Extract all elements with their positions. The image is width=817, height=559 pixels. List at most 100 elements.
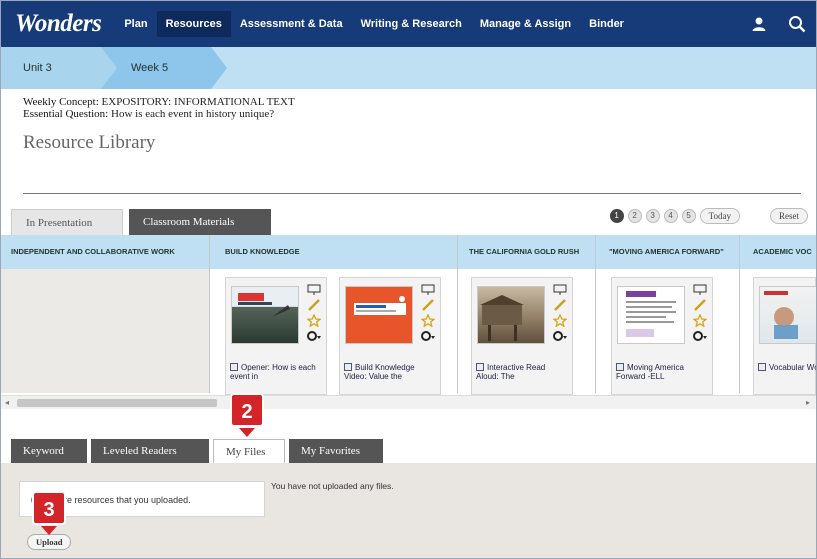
scrollbar-thumb[interactable] (17, 399, 217, 407)
search-tabs: Keyword Leveled Readers My Files My Favo… (1, 439, 816, 463)
divider (23, 193, 801, 194)
pencil-icon[interactable] (307, 299, 321, 311)
tab-in-presentation[interactable]: In Presentation (11, 209, 123, 235)
resource-caption[interactable]: Moving America Forward -ELL (616, 363, 708, 381)
weekly-concept-value: EXPOSITORY: INFORMATIONAL TEXT (101, 96, 295, 108)
present-icon[interactable] (553, 284, 567, 296)
nav-binder[interactable]: Binder (580, 11, 633, 37)
page-button-1[interactable]: 1 (609, 209, 624, 223)
callout-pointer (41, 526, 57, 535)
resource-card[interactable]: Moving America Forward -ELL (611, 277, 713, 395)
nav-resources[interactable]: Resources (156, 11, 231, 37)
column-divider (595, 235, 596, 393)
nav-plan[interactable]: Plan (115, 11, 156, 37)
present-icon[interactable] (693, 284, 707, 296)
breadcrumb-separator (101, 47, 117, 89)
resource-thumbnail[interactable] (477, 286, 545, 344)
day-pager: 1 2 3 4 5 Today Reset (609, 208, 816, 224)
app-frame: Wonders Plan Resources Assessment & Data… (0, 0, 817, 559)
resource-card[interactable]: Interactive Read Aloud: The (471, 277, 573, 395)
essential-question-label: Essential Question: (23, 108, 109, 120)
book-icon (616, 363, 624, 371)
column-header: "MOVING AMERICA FORWARD" (609, 247, 724, 256)
resource-title: Opener: How is each event in (230, 363, 316, 381)
search-icon[interactable] (778, 1, 816, 47)
resource-caption[interactable]: Opener: How is each event in (230, 363, 322, 381)
resource-thumbnail[interactable] (345, 286, 413, 344)
star-icon[interactable] (421, 314, 435, 327)
nav-assessment[interactable]: Assessment & Data (231, 11, 352, 37)
page-button-5[interactable]: 5 (681, 209, 696, 223)
column-divider (457, 235, 458, 393)
upload-button[interactable]: Upload (27, 534, 72, 550)
document-icon (758, 363, 766, 371)
slides-icon (230, 363, 238, 371)
resource-thumbnail[interactable] (231, 286, 299, 344)
reset-button[interactable]: Reset (770, 208, 808, 224)
page-button-4[interactable]: 4 (663, 209, 678, 223)
weekly-concept-label: Weekly Concept: (23, 96, 99, 108)
column-header: BUILD KNOWLEDGE (225, 247, 300, 256)
page-title: Resource Library (23, 132, 156, 153)
present-icon[interactable] (421, 284, 435, 296)
column-divider (739, 235, 740, 393)
horizontal-scrollbar[interactable]: ◂ ▸ (1, 395, 816, 409)
breadcrumb-unit[interactable]: Unit 3 (1, 47, 101, 89)
scroll-left-icon[interactable]: ◂ (5, 398, 9, 407)
tab-keyword[interactable]: Keyword (11, 439, 87, 463)
options-icon[interactable] (692, 330, 708, 342)
resource-caption[interactable]: Build Knowledge Video: Value the (344, 363, 436, 381)
options-icon[interactable] (552, 330, 568, 342)
breadcrumb-week[interactable]: Week 5 (101, 47, 211, 89)
star-icon[interactable] (553, 314, 567, 327)
resource-caption[interactable]: Interactive Read Aloud: The (476, 363, 568, 381)
nav-manage[interactable]: Manage & Assign (471, 11, 580, 37)
card-tools (692, 284, 708, 342)
column-divider (209, 235, 210, 393)
video-icon (344, 363, 352, 371)
column-header: THE CALIFORNIA GOLD RUSH (469, 247, 580, 256)
weekly-concept: Weekly Concept: EXPOSITORY: INFORMATIONA… (23, 96, 295, 120)
tab-leveled-readers[interactable]: Leveled Readers (91, 439, 209, 463)
nav-writing[interactable]: Writing & Research (352, 11, 471, 37)
pencil-icon[interactable] (693, 299, 707, 311)
user-icon[interactable] (740, 1, 778, 47)
wonders-logo[interactable]: Wonders (15, 10, 102, 38)
step-callout-3: 3 (32, 491, 66, 525)
page-button-2[interactable]: 2 (627, 209, 642, 223)
present-icon[interactable] (307, 284, 321, 296)
resource-caption[interactable]: Vocabular Words Lin (758, 363, 816, 372)
pencil-icon[interactable] (553, 299, 567, 311)
column-headers: INDEPENDENT AND COLLABORATIVE WORK BUILD… (1, 235, 816, 269)
resource-title: Interactive Read Aloud: The (476, 363, 546, 381)
card-tools (420, 284, 436, 342)
essential-question-value: How is each event in history unique? (111, 108, 275, 120)
resource-card[interactable]: Build Knowledge Video: Value the (339, 277, 441, 395)
resource-title: Build Knowledge Video: Value the (344, 363, 415, 381)
resource-card[interactable]: Opener: How is each event in (225, 277, 327, 395)
options-icon[interactable] (420, 330, 436, 342)
column-header: ACADEMIC VOC (753, 247, 812, 256)
card-tools (306, 284, 322, 342)
star-icon[interactable] (307, 314, 321, 327)
star-icon[interactable] (693, 314, 707, 327)
breadcrumb: Week 5 Unit 3 (1, 47, 816, 89)
empty-column (1, 269, 209, 393)
resource-title: Vocabular Words Lin (769, 363, 816, 372)
tab-my-favorites[interactable]: My Favorites (289, 439, 383, 463)
resource-thumbnail[interactable] (617, 286, 685, 344)
tab-classroom-materials[interactable]: Classroom Materials (129, 209, 271, 235)
step-callout-2: 2 (230, 393, 264, 427)
resource-card[interactable]: Vocabular Words Lin (753, 277, 816, 395)
top-nav: Wonders Plan Resources Assessment & Data… (1, 1, 816, 47)
today-button[interactable]: Today (699, 208, 740, 224)
resource-thumbnail[interactable] (759, 286, 816, 344)
callout-pointer (239, 428, 255, 437)
scroll-right-icon[interactable]: ▸ (806, 398, 810, 407)
resource-title: Moving America Forward -ELL (616, 363, 684, 381)
page-button-3[interactable]: 3 (645, 209, 660, 223)
column-header: INDEPENDENT AND COLLABORATIVE WORK (11, 247, 175, 256)
options-icon[interactable] (306, 330, 322, 342)
pencil-icon[interactable] (421, 299, 435, 311)
tab-my-files[interactable]: My Files (213, 439, 285, 463)
